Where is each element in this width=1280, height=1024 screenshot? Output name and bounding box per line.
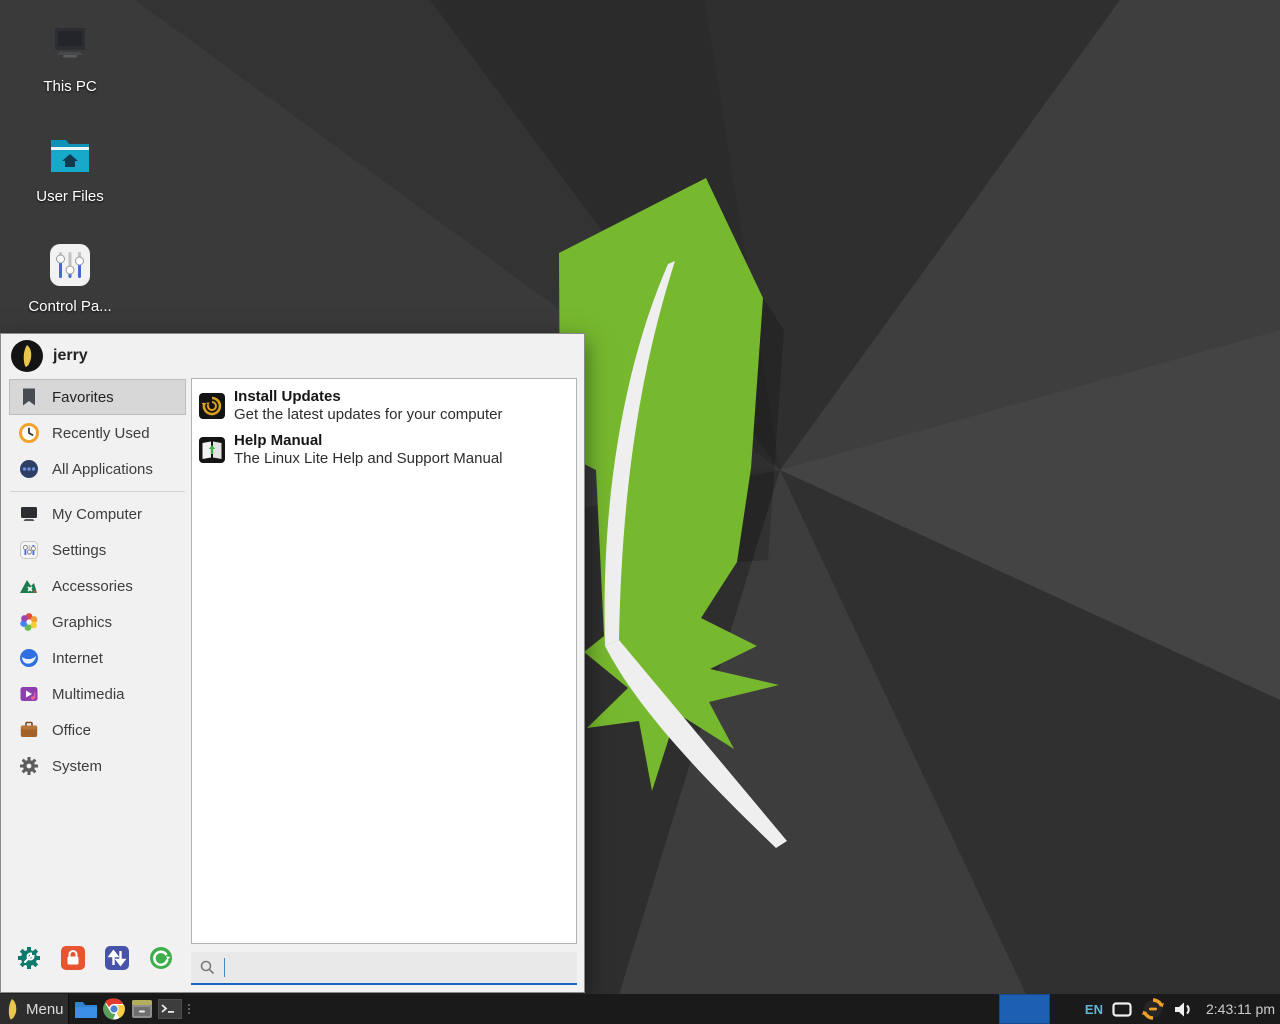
gear-wrench-icon[interactable] [17,946,41,970]
menu-actions [17,946,173,970]
padlock-icon[interactable] [61,946,85,970]
sidebar-item-office[interactable]: Office [9,712,186,748]
desktop-icon-this-pc[interactable]: This PC [14,20,126,95]
sidebar-item-recently-used[interactable]: Recently Used [9,415,186,451]
home-folder-icon [46,130,94,182]
chrome-icon [103,998,125,1020]
sidebar-item-label: Favorites [52,389,114,406]
sidebar-item-favorites[interactable]: Favorites [9,379,186,415]
sidebar-item-label: My Computer [52,506,142,523]
desktop-icon-user-files[interactable]: User Files [14,130,126,205]
volume-icon[interactable] [1174,1001,1193,1018]
desktop-icon-label: This PC [14,78,126,95]
file-cabinet-launcher[interactable] [128,994,156,1024]
sidebar-item-label: Internet [52,650,103,667]
bookmark-icon [19,387,39,407]
feather-menu-icon [3,998,21,1020]
sidebar-item-label: All Applications [52,461,153,478]
search-icon [200,960,215,975]
switch-arrows-icon[interactable] [105,946,129,970]
menu-sidebar: Favorites Recently Used All Applications [9,379,186,784]
sidebar-item-graphics[interactable]: Graphics [9,604,186,640]
menu-username: jerry [53,347,88,365]
app-title: Help Manual [234,432,503,450]
chrome-launcher[interactable] [100,994,128,1024]
sidebar-item-label: Accessories [52,578,133,595]
sidebar-item-label: Recently Used [52,425,150,442]
display-icon[interactable] [1112,1002,1132,1017]
taskbar-launchers [72,994,190,1024]
search-input[interactable] [191,952,577,985]
sliders-icon [19,540,39,560]
computer-icon [46,20,94,72]
sidebar-item-internet[interactable]: Internet [9,640,186,676]
app-item-install-updates[interactable]: Install Updates Get the latest updates f… [192,384,576,428]
sidebar-item-label: Multimedia [52,686,125,703]
apps-grid-icon [19,459,39,479]
text-caret [224,958,225,977]
sidebar-item-my-computer[interactable]: My Computer [9,496,186,532]
panel-handle-dots[interactable] [188,1004,190,1014]
update-refresh-icon[interactable] [1141,997,1165,1021]
sidebar-item-multimedia[interactable]: Multimedia [9,676,186,712]
app-title: Install Updates [234,388,502,406]
file-manager-launcher[interactable] [72,994,100,1024]
control-panel-icon [46,240,94,292]
terminal-icon [158,999,182,1019]
clock-icon [19,423,39,443]
media-play-icon [19,684,39,704]
briefcase-icon [19,720,39,740]
desktop-icon-label: User Files [14,188,126,205]
sidebar-item-settings[interactable]: Settings [9,532,186,568]
taskbar-clock[interactable]: 2:43:11 pm [1206,1001,1275,1017]
desktop-icon-control-panel[interactable]: Control Pa... [14,240,126,315]
palette-flower-icon [19,612,39,632]
user-avatar[interactable] [10,339,44,373]
folder-icon [74,999,98,1019]
file-cabinet-icon [130,998,154,1020]
taskbar-menu-button[interactable]: Menu [0,994,69,1024]
system-tray: EN 2:43:11 pm [1085,994,1275,1024]
keyboard-layout-indicator[interactable]: EN [1085,1002,1103,1017]
workspace-switcher[interactable] [999,994,1050,1024]
app-subtitle: Get the latest updates for your computer [234,406,502,424]
menu-header: jerry [1,334,88,378]
desktop: This PC User Files Control Pa... [0,0,1280,1024]
monitor-icon [19,504,39,524]
gear-icon [19,756,39,776]
app-subtitle: The Linux Lite Help and Support Manual [234,450,503,468]
taskbar: Menu [0,994,1280,1024]
desktop-icon-label: Control Pa... [14,298,126,315]
globe-icon [19,648,39,668]
sidebar-item-all-applications[interactable]: All Applications [9,451,186,487]
sidebar-item-label: Office [52,722,91,739]
tools-icon [19,576,39,596]
sidebar-item-label: Settings [52,542,106,559]
sidebar-item-label: Graphics [52,614,112,631]
terminal-launcher[interactable] [156,994,184,1024]
app-item-help-manual[interactable]: Help Manual The Linux Lite Help and Supp… [192,428,576,472]
sidebar-separator [10,491,185,492]
menu-button-label: Menu [26,1001,64,1018]
sidebar-item-system[interactable]: System [9,748,186,784]
power-icon[interactable] [149,946,173,970]
whisker-menu: jerry Favorites Recently Used [0,333,585,993]
sidebar-item-label: System [52,758,102,775]
menu-app-list: Install Updates Get the latest updates f… [191,378,577,944]
updates-icon [199,393,225,419]
help-book-icon [199,437,225,463]
sidebar-item-accessories[interactable]: Accessories [9,568,186,604]
